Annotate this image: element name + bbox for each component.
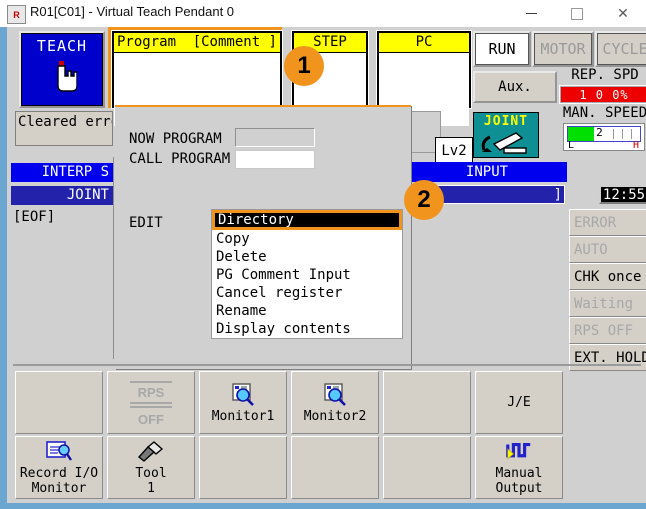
- function-column-5: [383, 371, 471, 501]
- monitor-search-icon: [232, 382, 254, 406]
- teach-label: TEACH: [36, 37, 88, 55]
- fn-key-manual-output[interactable]: Manual Output: [475, 436, 563, 499]
- fn-key-monitor2[interactable]: Monitor2: [291, 371, 379, 434]
- man-speed-low-label: L: [568, 140, 575, 151]
- function-column-4: Monitor2: [291, 371, 379, 501]
- run-button[interactable]: RUN: [473, 31, 531, 67]
- now-program-field: [235, 128, 315, 147]
- menu-item-directory[interactable]: Directory: [212, 210, 402, 230]
- fn-key-je[interactable]: J/E: [475, 371, 563, 434]
- fn-key-monitor2-label: Monitor2: [303, 408, 367, 424]
- function-key-grid: Record I/O Monitor RPS OFF Tool 1 Monito…: [13, 364, 641, 502]
- title-bar: R R01[C01] - Virtual Teach Pendant 0 ✕: [0, 0, 646, 28]
- joint-mode-icon[interactable]: JOINT: [473, 112, 539, 158]
- menu-item-delete[interactable]: Delete: [212, 248, 402, 266]
- annotation-badge-2: 2: [404, 180, 444, 220]
- edit-label: EDIT: [129, 215, 163, 231]
- joint-status-row: JOINT: [11, 186, 113, 205]
- fn-key-record-io-monitor[interactable]: Record I/O Monitor: [15, 436, 103, 499]
- function-column-1: Record I/O Monitor: [15, 371, 103, 501]
- pc-panel-header: PC: [379, 33, 469, 53]
- hand-pointer-icon: [57, 61, 77, 92]
- menu-item-copy[interactable]: Copy: [212, 230, 402, 248]
- fn-key-3-bottom[interactable]: [199, 436, 287, 499]
- man-speed-value: 2: [596, 126, 603, 139]
- fn-key-1-top[interactable]: [15, 371, 103, 434]
- man-speed-gauge-fill: [568, 127, 594, 141]
- maximize-button[interactable]: [554, 0, 600, 27]
- status-error: ERROR: [569, 209, 646, 236]
- status-auto: AUTO: [569, 236, 646, 263]
- motor-button[interactable]: MOTOR: [532, 31, 594, 67]
- error-message-box: Cleared erro: [15, 111, 113, 146]
- fn-key-5-top[interactable]: [383, 371, 471, 434]
- edit-popup-dialog: NOW PROGRAM CALL PROGRAM EDIT Directory …: [115, 105, 411, 369]
- fn-key-4-bottom[interactable]: [291, 436, 379, 499]
- pc-panel[interactable]: PC: [377, 31, 471, 126]
- status-chk-once: CHK once: [569, 263, 646, 290]
- monitor-search-icon: [324, 382, 346, 406]
- window-title: R01[C01] - Virtual Teach Pendant 0: [30, 4, 235, 19]
- eof-marker: [EOF]: [13, 209, 56, 225]
- fn-key-record-io-monitor-label: Record I/O Monitor: [19, 466, 99, 496]
- man-speed-high-label: H: [632, 140, 639, 151]
- virtual-teach-pendant-window: R R01[C01] - Virtual Teach Pendant 0 ✕ T…: [0, 0, 646, 509]
- function-column-3: Monitor1: [199, 371, 287, 501]
- clock-display: 12:55: [599, 185, 646, 204]
- pendant-frame: TEACH Program [Comment ] [ ]: [0, 27, 646, 509]
- rep-speed-label: REP. SPD: [571, 67, 639, 83]
- menu-item-rename[interactable]: Rename: [212, 302, 402, 320]
- record-io-monitor-icon: [46, 441, 72, 461]
- app-icon: R: [7, 5, 26, 24]
- function-column-2: RPS OFF Tool 1: [107, 371, 195, 501]
- pendant-screen: TEACH Program [Comment ] [ ]: [7, 27, 646, 503]
- now-program-label: NOW PROGRAM: [129, 131, 222, 147]
- menu-item-display-contents[interactable]: Display contents: [212, 320, 402, 338]
- fn-key-monitor1-label: Monitor1: [211, 408, 275, 424]
- annotation-badge-1: 1: [284, 46, 324, 86]
- menu-item-cancel-register[interactable]: Cancel register: [212, 284, 402, 302]
- call-program-label: CALL PROGRAM: [129, 151, 231, 167]
- man-speed-gauge-track: 2: [567, 126, 641, 142]
- program-header-right: [Comment ]: [192, 34, 277, 50]
- aux-button[interactable]: Aux.: [473, 71, 557, 103]
- program-panel[interactable]: Program [Comment ] [ ]: [112, 31, 282, 126]
- status-waiting: Waiting: [569, 290, 646, 317]
- program-header-left: Program: [117, 34, 177, 50]
- teach-button[interactable]: TEACH: [19, 31, 105, 108]
- man-speed-gauge[interactable]: 2 L H: [563, 123, 645, 151]
- fn-key-monitor1[interactable]: Monitor1: [199, 371, 287, 434]
- fn-key-5-bottom[interactable]: [383, 436, 471, 499]
- menu-item-pg-comment-input[interactable]: PG Comment Input: [212, 266, 402, 284]
- status-rps-off: RPS OFF: [569, 317, 646, 344]
- input-close-bracket: ]: [553, 186, 562, 203]
- level-indicator[interactable]: Lv2: [435, 137, 473, 165]
- cycle-button[interactable]: CYCLE: [595, 31, 646, 67]
- manual-output-icon: [506, 442, 531, 460]
- interp-status-row: INTERP S: [11, 163, 113, 182]
- edit-menu: Directory Copy Delete PG Comment Input C…: [211, 209, 403, 339]
- function-column-6: J/E Manual Output: [475, 371, 563, 501]
- input-status-bar: INPUT: [407, 162, 567, 182]
- fn-key-off-label: OFF: [138, 411, 164, 427]
- rep-speed-value: 1 0 0%: [559, 85, 646, 104]
- man-speed-label: MAN. SPEED: [562, 105, 646, 121]
- rps-icon-lower: [130, 400, 172, 410]
- joint-icon-label: JOINT: [483, 114, 529, 129]
- fn-key-rps-label: RPS: [137, 384, 165, 400]
- minimize-button[interactable]: [508, 0, 554, 27]
- close-button[interactable]: ✕: [600, 0, 646, 27]
- robot-arm-icon: [481, 132, 527, 154]
- fn-key-rps-off[interactable]: RPS OFF: [107, 371, 195, 434]
- fn-key-tool-1[interactable]: Tool 1: [107, 436, 195, 499]
- fn-key-tool-1-label: Tool 1: [135, 466, 167, 496]
- call-program-input[interactable]: [235, 150, 315, 169]
- tool-icon: [137, 441, 164, 462]
- program-panel-header: Program [Comment ]: [114, 33, 280, 53]
- fn-key-je-label: J/E: [507, 395, 531, 410]
- fn-key-manual-output-label: Manual Output: [495, 466, 543, 496]
